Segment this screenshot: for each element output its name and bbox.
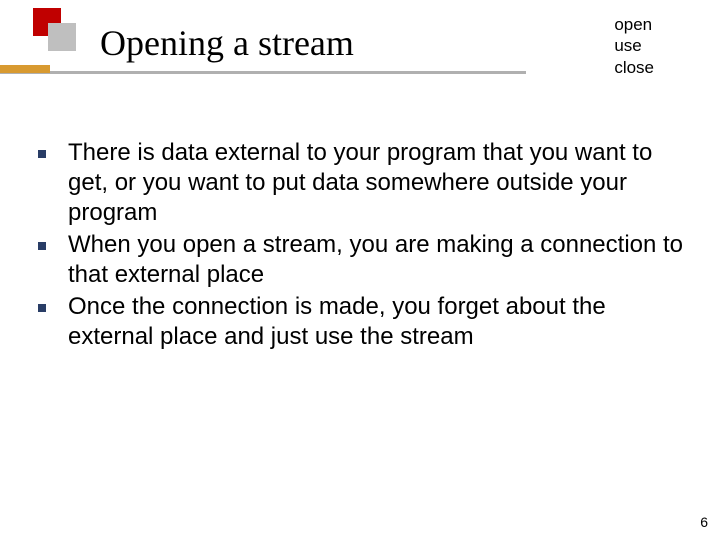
- title-underline: [0, 71, 526, 74]
- bullet-icon: [38, 150, 46, 158]
- annotation-line: close: [614, 57, 654, 78]
- annotation-box: open use close: [614, 14, 654, 78]
- annotation-line: use: [614, 35, 654, 56]
- slide-header: Opening a stream open use close: [0, 0, 720, 90]
- page-number: 6: [700, 514, 708, 530]
- slide-title: Opening a stream: [100, 22, 354, 64]
- slide-content: There is data external to your program t…: [38, 138, 690, 354]
- bullet-text: When you open a stream, you are making a…: [68, 230, 690, 290]
- list-item: When you open a stream, you are making a…: [38, 230, 690, 290]
- title-underline-accent: [0, 65, 50, 73]
- bullet-text: Once the connection is made, you forget …: [68, 292, 690, 352]
- decor-square-gray: [48, 23, 76, 51]
- bullet-icon: [38, 304, 46, 312]
- list-item: There is data external to your program t…: [38, 138, 690, 228]
- list-item: Once the connection is made, you forget …: [38, 292, 690, 352]
- bullet-text: There is data external to your program t…: [68, 138, 690, 228]
- annotation-line: open: [614, 14, 654, 35]
- bullet-icon: [38, 242, 46, 250]
